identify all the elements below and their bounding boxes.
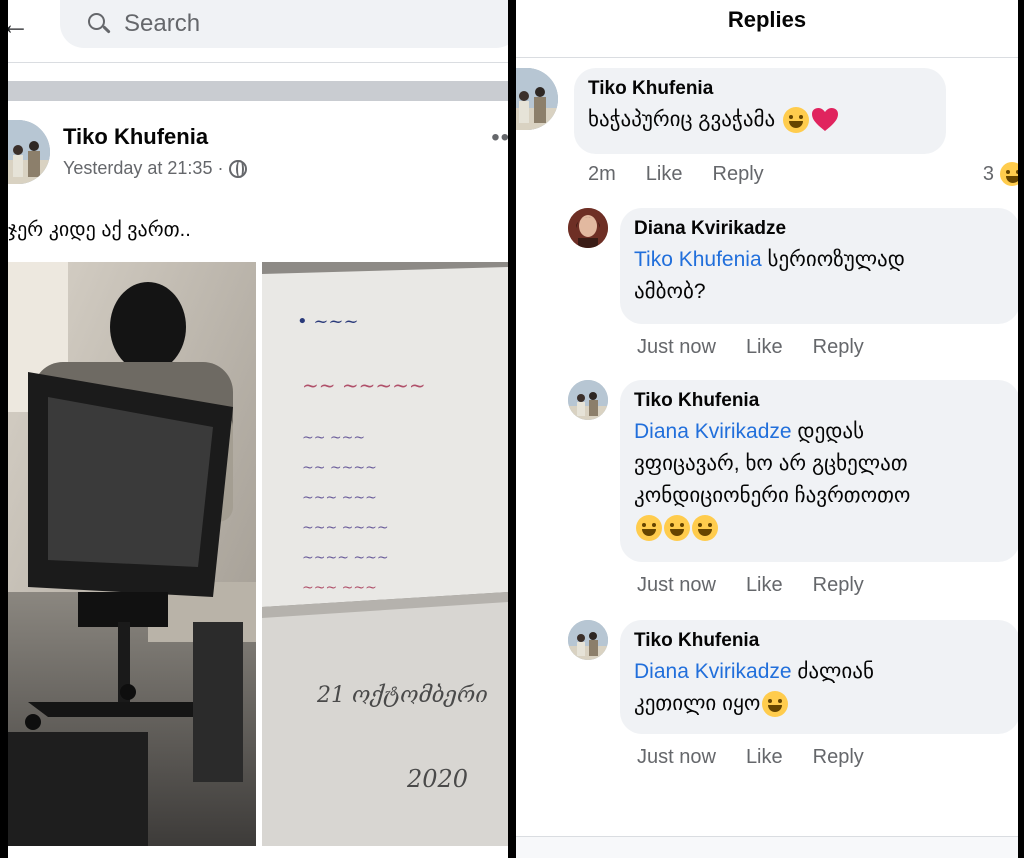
mention-link[interactable]: Tiko Khufenia (634, 248, 762, 271)
heart-icon (811, 108, 838, 132)
comment-author[interactable]: Tiko Khufenia (634, 390, 1006, 412)
grinning-emoji-icon (692, 515, 718, 542)
reaction-count[interactable]: 3 (983, 162, 1018, 186)
svg-text:~~~ ~~~: ~~~ ~~~ (302, 490, 377, 506)
svg-text:~~ ~~~~~: ~~ ~~~~~ (302, 373, 426, 397)
post-panel: ← Search Tiko Khufenia Yesterday at 21:3… (8, 0, 508, 858)
whiteboard-year-text: 2020 (406, 765, 468, 793)
grinning-emoji-icon (1000, 162, 1018, 186)
svg-text:~~~ ~~~~: ~~~ ~~~~ (302, 520, 389, 536)
back-arrow-icon[interactable]: ← (8, 8, 30, 42)
avatar[interactable] (568, 380, 608, 420)
comment-time: Just now (637, 336, 716, 358)
post-timestamp[interactable]: Yesterday at 21:35 · (63, 158, 223, 179)
avatar[interactable] (568, 620, 608, 660)
svg-text:~~ ~~~~: ~~ ~~~~ (302, 460, 377, 476)
like-button[interactable]: Like (746, 574, 783, 597)
grinning-emoji-icon (636, 515, 662, 542)
comment-text: Diana Kvirikadze ძალიან კეთილი იყო (634, 656, 1006, 720)
avatar[interactable] (516, 68, 558, 130)
more-icon[interactable]: •• (491, 124, 508, 152)
reply-button[interactable]: Reply (813, 574, 864, 597)
comment-time: 2m (588, 163, 616, 185)
post-meta: Yesterday at 21:35 · (63, 158, 248, 179)
comment-text: Tiko Khufenia სერიოზულად ამბობ? (634, 248, 905, 303)
search-icon (86, 11, 112, 37)
comment-actions: Just now Like Reply (637, 574, 864, 597)
whiteboard-date-text: 21 ოქტომბერი (316, 683, 488, 708)
like-button[interactable]: Like (646, 163, 683, 186)
avatar[interactable] (568, 208, 608, 248)
like-button[interactable]: Like (746, 746, 783, 769)
svg-text:~~~ ~~~: ~~~ ~~~ (302, 580, 377, 596)
svg-text:• ~~~: • ~~~ (297, 311, 359, 332)
comment-text: ხაჭაპურიც გვაჭამა (588, 104, 932, 136)
replies-header: Replies (516, 0, 1018, 58)
comment-time: Just now (637, 746, 716, 768)
search-bar[interactable]: Search (60, 0, 508, 48)
feed-divider (8, 62, 508, 101)
like-button[interactable]: Like (746, 336, 783, 359)
comment-bubble: Diana Kvirikadze Tiko Khufenia სერიოზულა… (620, 208, 1018, 324)
mention-link[interactable]: Diana Kvirikadze (634, 420, 792, 443)
reply-button[interactable]: Reply (813, 336, 864, 359)
comment-actions: 2m Like Reply (588, 163, 764, 186)
mention-link[interactable]: Diana Kvirikadze (634, 660, 792, 683)
comment-author[interactable]: Tiko Khufenia (634, 630, 1006, 652)
replies-panel: Replies Tiko Khufenia ხაჭაპურიც გვაჭამა … (516, 0, 1018, 858)
comment-bubble: Tiko Khufenia Diana Kvirikadze ძალიან კეთ… (620, 620, 1018, 734)
svg-text:~~ ~~~: ~~ ~~~ (302, 430, 365, 446)
comment-actions: Just now Like Reply (637, 746, 864, 769)
grinning-emoji-icon (782, 107, 809, 134)
grinning-emoji-icon (762, 691, 789, 718)
search-input[interactable]: Search (124, 10, 200, 38)
post-photo-whiteboard[interactable]: • ~~~ ~~ ~~~~~ ~~ ~~~ ~~ ~~~~ ~~~ ~~~ ~~… (262, 262, 508, 846)
avatar[interactable] (8, 120, 50, 184)
post-photo-person[interactable] (8, 262, 256, 846)
comment-author[interactable]: Tiko Khufenia (588, 78, 932, 100)
top-bar: ← Search (8, 0, 508, 62)
svg-text:~~~~ ~~~: ~~~~ ~~~ (302, 550, 389, 566)
grinning-emoji-icon (664, 515, 690, 542)
bottom-divider (516, 836, 1018, 858)
replies-title: Replies (727, 7, 807, 32)
post-author[interactable]: Tiko Khufenia (63, 124, 208, 150)
comment-author[interactable]: Diana Kvirikadze (634, 218, 1006, 240)
globe-icon (229, 159, 248, 178)
comment-time: Just now (637, 574, 716, 596)
reply-button[interactable]: Reply (813, 746, 864, 769)
comment-actions: Just now Like Reply (637, 336, 864, 359)
reply-button[interactable]: Reply (713, 163, 764, 186)
comment-bubble: Tiko Khufenia ხაჭაპურიც გვაჭამა (574, 68, 946, 154)
comment-bubble: Tiko Khufenia Diana Kvirikadze დედას ვფიც… (620, 380, 1018, 562)
post-text: ჯერ კიდე აქ ვართ.. (8, 219, 191, 241)
comment-text: Diana Kvirikadze დედას ვფიცავარ, ხო არ გც… (634, 416, 1006, 544)
post-header: Tiko Khufenia Yesterday at 21:35 · •• (8, 112, 508, 192)
